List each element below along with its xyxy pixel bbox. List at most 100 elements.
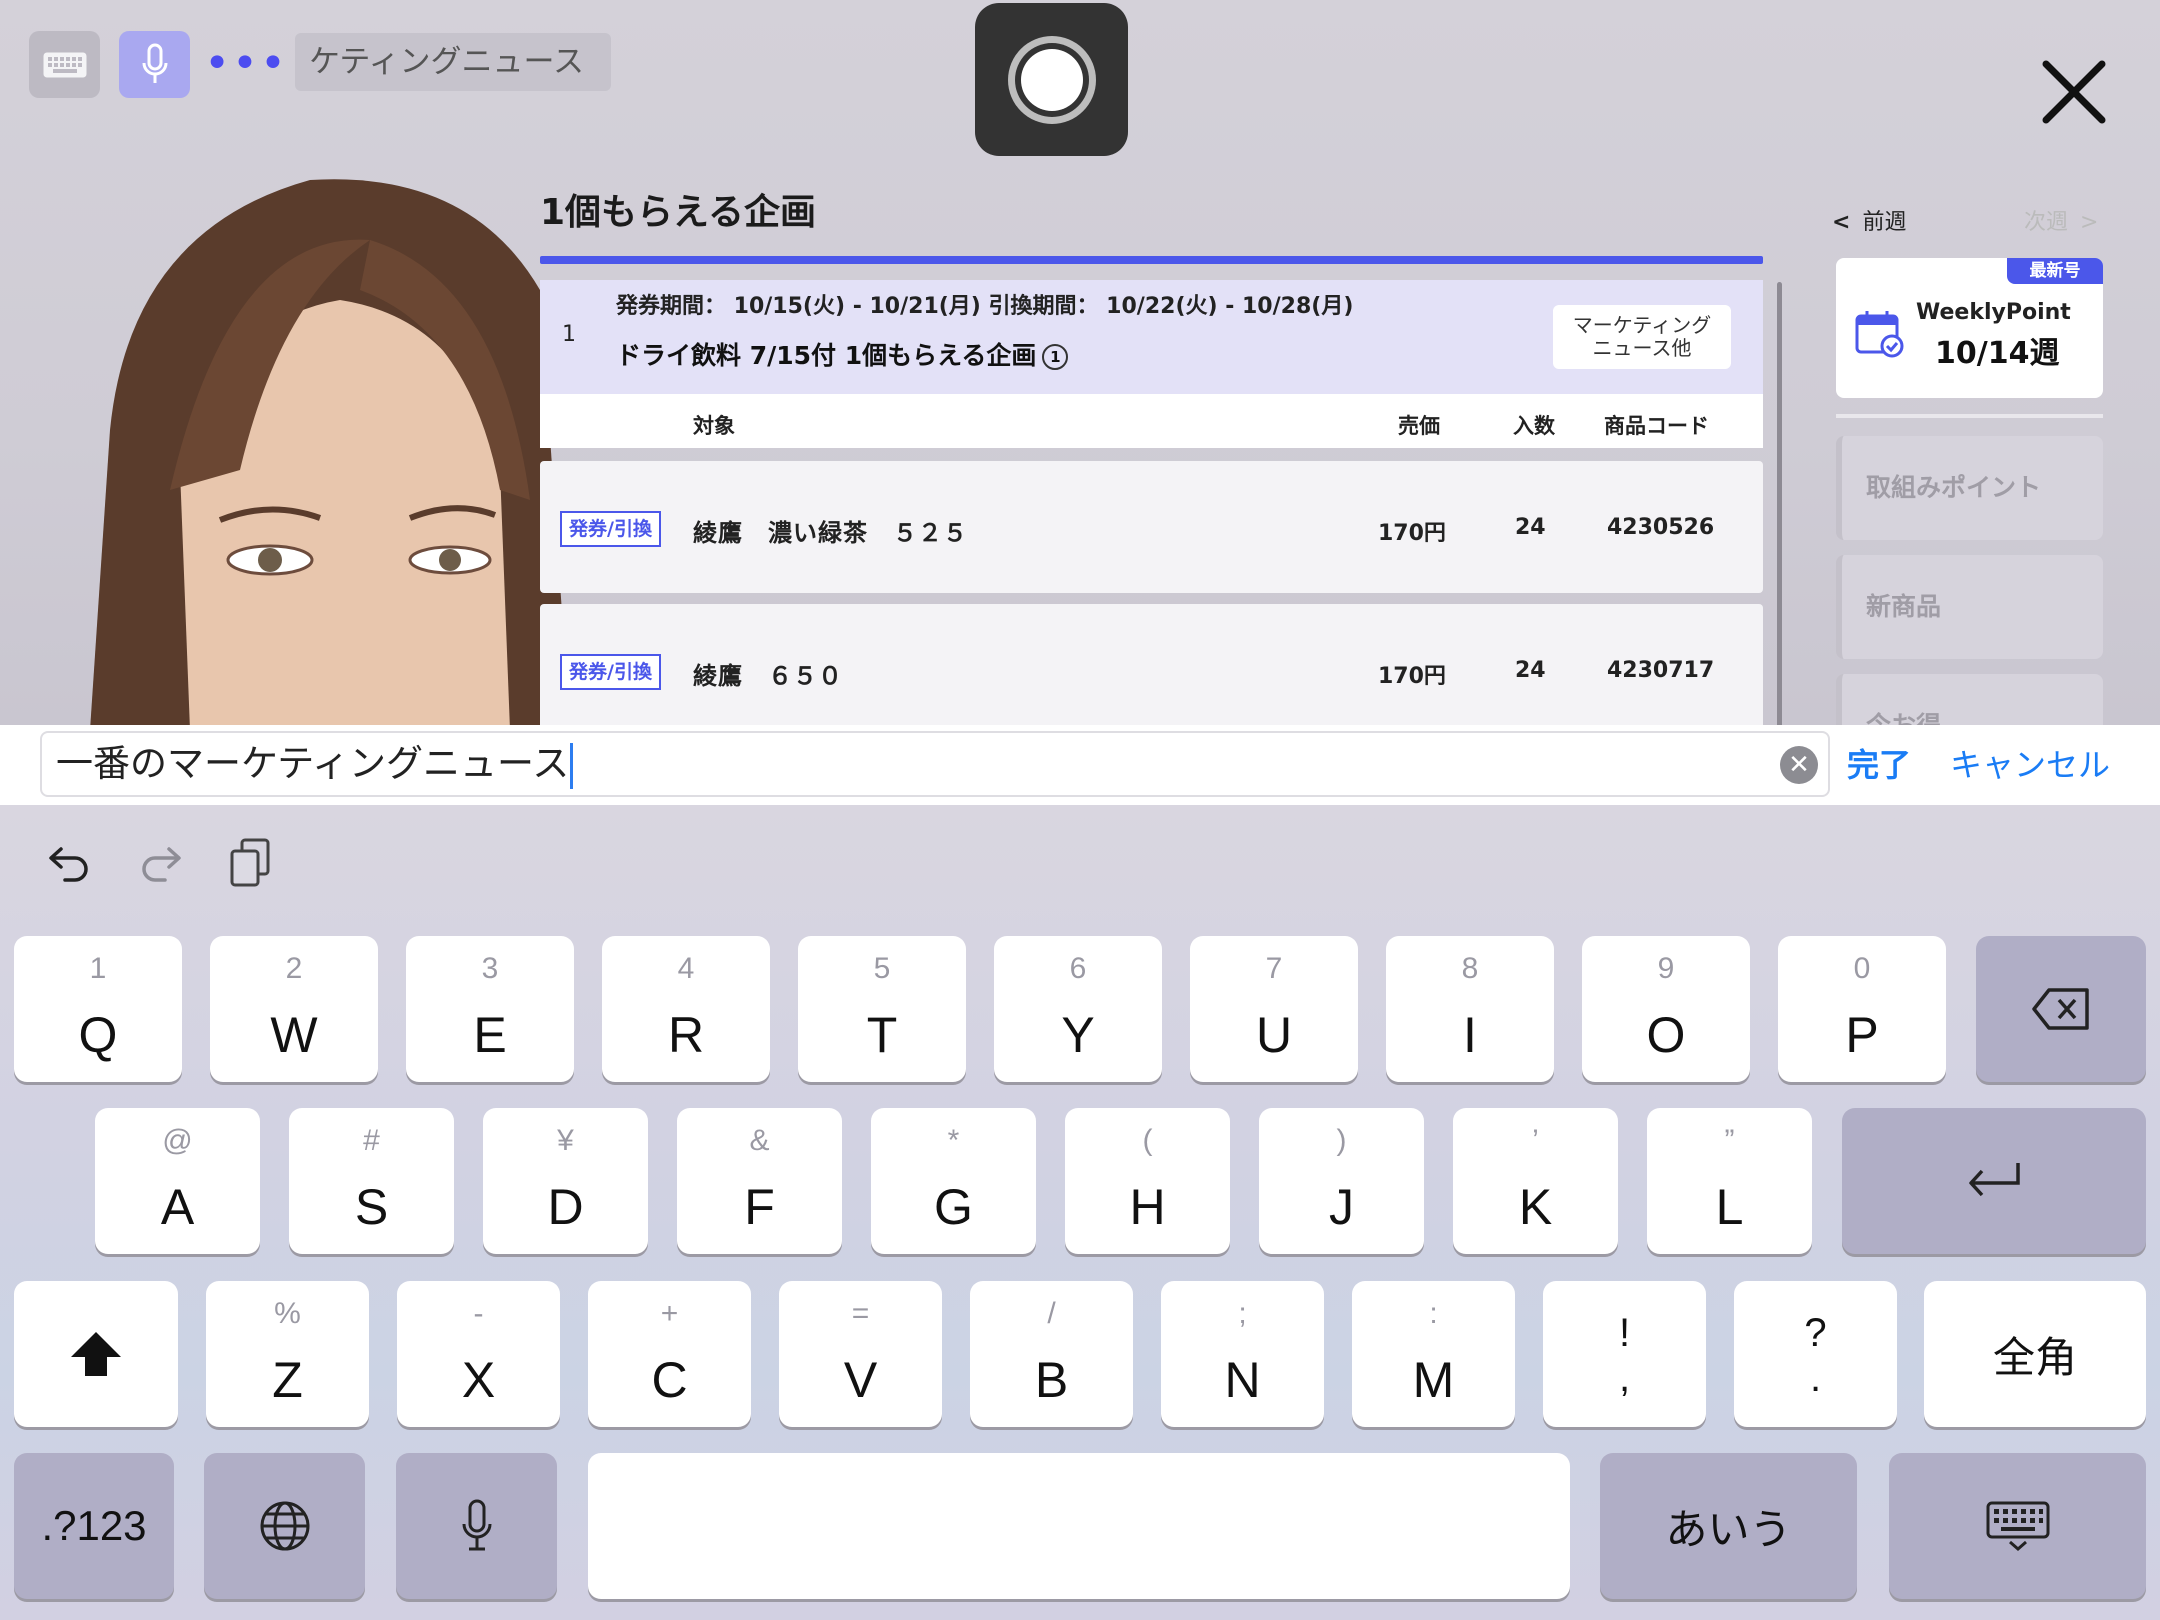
campaign-header[interactable]: 1 発券期間： 10/15(火) - 10/21(月) 引換期間： 10/22(… (540, 280, 1763, 394)
app-area: ••• ケティングニュース 1個もらえる企画 1 発券期間： 10/15(火) … (0, 0, 2160, 725)
campaign-period: 発券期間： 10/15(火) - 10/21(月) 引換期間： 10/22(火)… (616, 294, 1354, 319)
voice-input-button[interactable] (119, 31, 190, 98)
keyboard-icon (43, 52, 86, 77)
return-key[interactable] (1842, 1108, 2146, 1254)
key-l[interactable]: ” L (1647, 1108, 1812, 1254)
weekly-point-date: 10/14週 (1935, 336, 2060, 371)
product-row[interactable]: 発券/引換 綾鷹 ６５０ 170円 24 4230717 (540, 604, 1763, 725)
key-m[interactable]: :M (1352, 1281, 1515, 1427)
voice-text-field[interactable]: 一番のマーケティングニュース (40, 731, 1830, 797)
done-button[interactable]: 完了 (1847, 740, 1911, 786)
column-header: 対象 売価 入数 商品コード (540, 394, 1763, 448)
key-hint: @ (162, 1124, 193, 1157)
keyboard-toggle-button[interactable] (29, 31, 100, 98)
key-q[interactable]: 1Q (14, 936, 182, 1082)
shift-key[interactable] (14, 1281, 178, 1427)
campaign-title: 1個もらえる企画 (540, 192, 816, 233)
dictation-key[interactable] (396, 1453, 557, 1599)
product-code: 4230717 (1607, 658, 1715, 683)
key-y[interactable]: 6Y (994, 936, 1162, 1082)
key-s[interactable]: # S (289, 1108, 454, 1254)
key-u[interactable]: 7U (1190, 936, 1358, 1082)
delete-key[interactable] (1976, 936, 2146, 1082)
key-hint: 3 (481, 952, 499, 985)
key-label: L (1715, 1179, 1744, 1235)
globe-key[interactable] (204, 1453, 365, 1599)
suggestion-chip[interactable]: ケティングニュース (295, 33, 611, 91)
key-o[interactable]: 9O (1582, 936, 1750, 1082)
key-label: F (744, 1179, 775, 1235)
key-j[interactable]: ) J (1259, 1108, 1424, 1254)
key-label: C (651, 1352, 688, 1408)
key-z[interactable]: % Z (206, 1281, 369, 1427)
key-hint: ( (1142, 1124, 1153, 1157)
key-k[interactable]: ’ K (1453, 1108, 1618, 1254)
dismiss-keyboard-key[interactable] (1889, 1453, 2146, 1599)
key-h[interactable]: (H (1065, 1108, 1230, 1254)
product-row[interactable]: 発券/引換 綾鷹 濃い緑茶 ５２５ 170円 24 4230526 (540, 461, 1763, 593)
key-label: X (461, 1352, 496, 1408)
key-v[interactable]: = V (779, 1281, 942, 1427)
numbers-key[interactable]: .?123 (14, 1453, 174, 1599)
scrollbar[interactable] (1777, 282, 1782, 725)
key-n[interactable]: ; N (1161, 1281, 1324, 1427)
undo-button[interactable] (40, 833, 100, 893)
key-hint: ’ (1532, 1124, 1539, 1157)
key-period[interactable]: ?. (1734, 1281, 1897, 1427)
more-options-icon[interactable]: ••• (204, 42, 286, 86)
status-badge: 発券/引換 (560, 654, 661, 690)
key-label: S (354, 1179, 389, 1235)
sidebar-divider (1836, 414, 2103, 418)
key-d[interactable]: ¥ D (483, 1108, 648, 1254)
key-hint: # (363, 1124, 380, 1157)
key-label: P (1845, 1007, 1879, 1063)
product-name: 綾鷹 ６５０ (693, 662, 843, 690)
key-a[interactable]: @ A (95, 1108, 260, 1254)
sidebar-item-points[interactable]: 取組みポイント (1836, 436, 2103, 540)
key-comma[interactable]: !, (1543, 1281, 1706, 1427)
kana-key[interactable]: あいう (1600, 1453, 1857, 1599)
key-c[interactable]: + C (588, 1281, 751, 1427)
key-hint: ; (1238, 1297, 1247, 1330)
info-icon[interactable]: 1 (1042, 344, 1069, 370)
key-hint: * (947, 1124, 960, 1157)
key-x[interactable]: -X (397, 1281, 560, 1427)
key-g[interactable]: * G (871, 1108, 1036, 1254)
sidebar-item-new-products[interactable]: 新商品 (1836, 555, 2103, 659)
prev-week-link[interactable]: < 前週 (1832, 204, 1906, 236)
campaign-source-tag[interactable]: マーケティング ニュース他 (1553, 305, 1731, 369)
redo-button[interactable] (130, 833, 190, 893)
key-f[interactable]: & F (677, 1108, 842, 1254)
key-label: T (866, 1007, 898, 1063)
key-label: W (270, 1007, 318, 1063)
campaign-name: ドライ飲料 7/15付 1個もらえる企画 1 (616, 336, 1069, 372)
key-p[interactable]: 0P (1778, 936, 1946, 1082)
key-label: 全角 (1992, 1333, 2077, 1381)
zenkaku-key[interactable]: 全角 (1924, 1281, 2146, 1427)
column-code: 商品コード (1604, 414, 1709, 438)
microphone-icon (142, 43, 167, 83)
space-key[interactable] (588, 1453, 1570, 1599)
key-label: G (934, 1179, 973, 1235)
clear-text-icon[interactable]: ✕ (1780, 746, 1818, 784)
key-hint: 6 (1069, 952, 1087, 985)
sidebar-item-deals[interactable]: 今お得 (1836, 674, 2103, 725)
paste-button[interactable] (220, 833, 280, 893)
key-t[interactable]: 5T (798, 936, 966, 1082)
weekly-point-card[interactable]: 最新号 WeeklyPoint 10/14週 (1836, 258, 2103, 398)
next-week-link[interactable]: 次週 > (2024, 204, 2098, 236)
text-field-value: 一番のマーケティングニュース (56, 742, 570, 785)
key-label: E (473, 1007, 507, 1063)
record-button[interactable] (975, 3, 1128, 156)
key-r[interactable]: 4R (602, 936, 770, 1082)
cancel-button[interactable]: キャンセル (1950, 740, 2110, 786)
shift-icon (14, 1281, 178, 1427)
product-qty: 24 (1515, 515, 1546, 540)
key-e[interactable]: 3E (406, 936, 574, 1082)
key-b[interactable]: / B (970, 1281, 1133, 1427)
key-w[interactable]: 2W (210, 936, 378, 1082)
close-button[interactable] (2032, 50, 2116, 134)
on-screen-keyboard: 1 Q 2 W 3 E 4 R 5 T 6 Y 7 U 8 I 9 O 0 P @ A # S ¥ D & F * G(H) J’ K” L% Z… (0, 805, 2160, 1620)
next-week-label: 次週 (2024, 210, 2069, 235)
key-i[interactable]: 8I (1386, 936, 1554, 1082)
